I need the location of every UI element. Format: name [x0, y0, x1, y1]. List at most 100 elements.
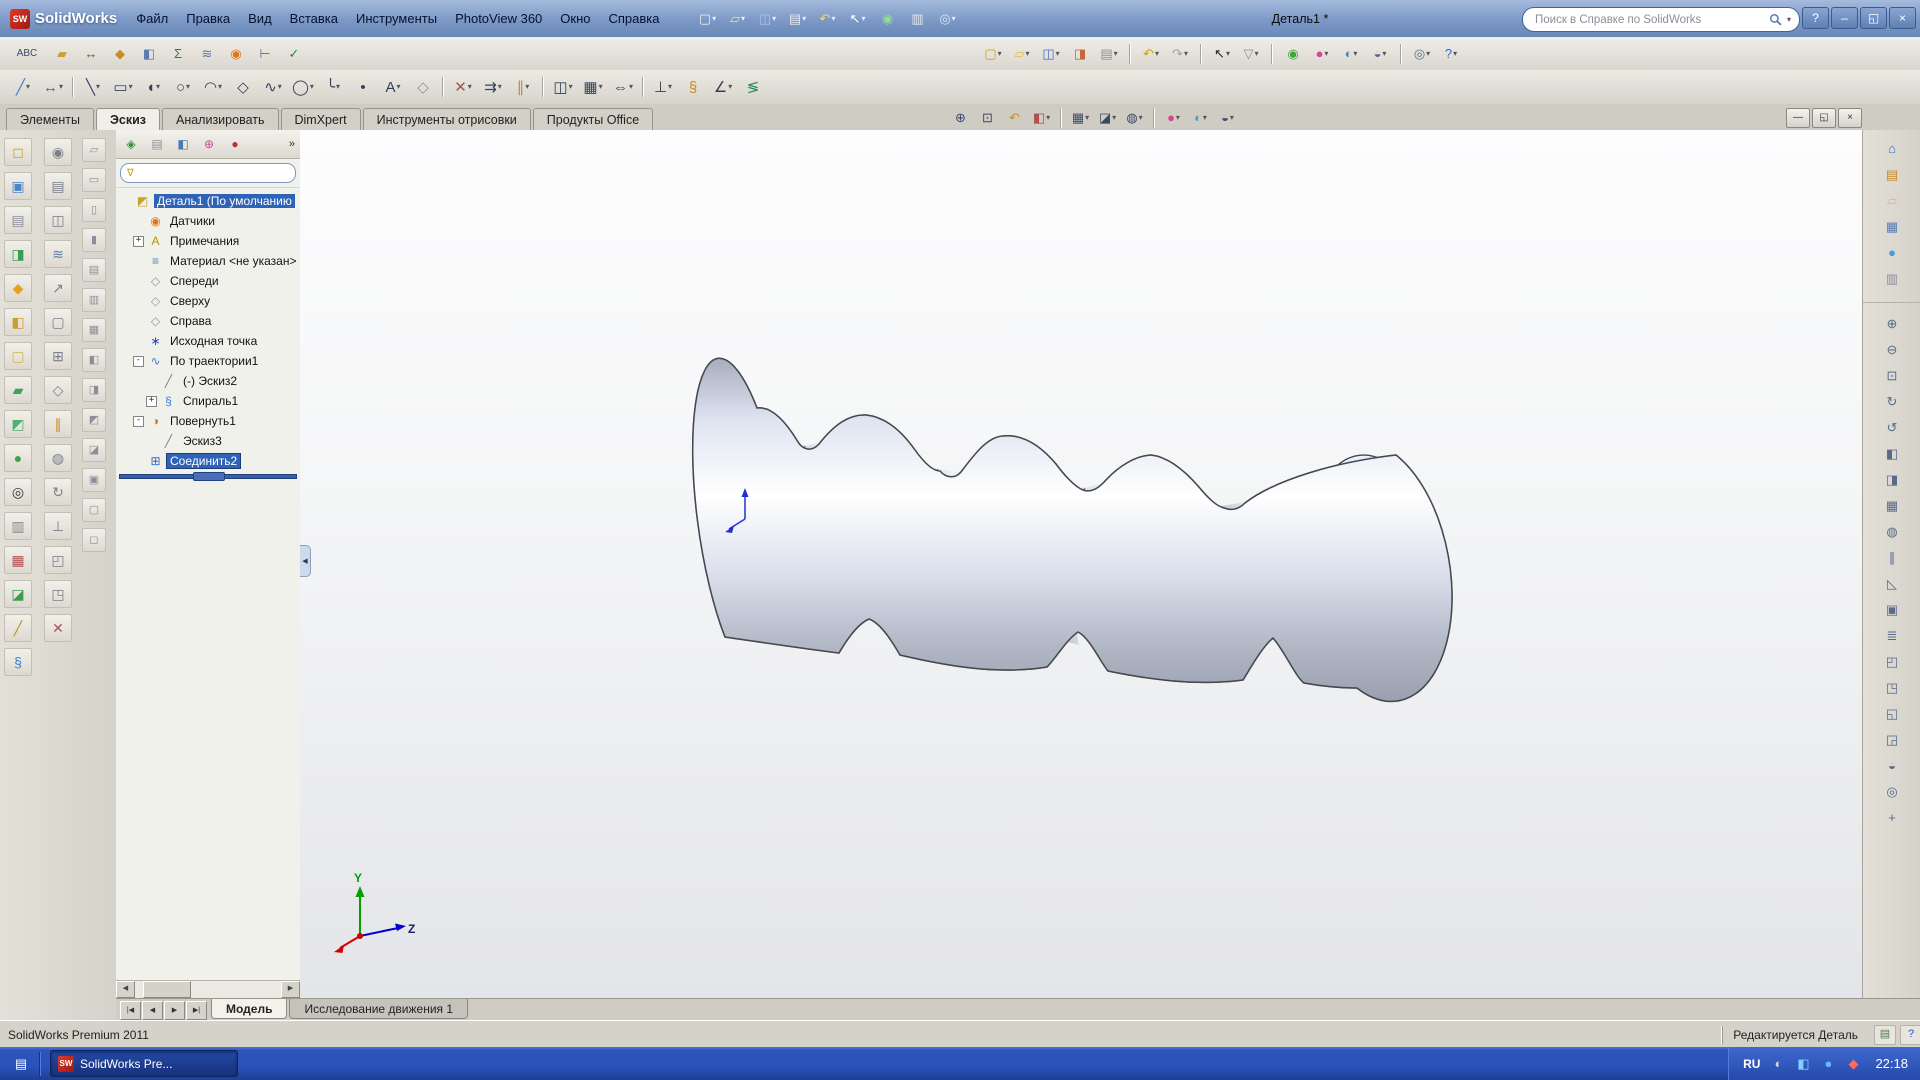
open-file-icon[interactable]: ▱▾	[1009, 41, 1035, 67]
tree-expander-icon[interactable]: +	[146, 396, 157, 407]
shaded-icon[interactable]: ◍	[1878, 519, 1906, 543]
view-palette-icon[interactable]: ▦	[1878, 214, 1906, 238]
shaded-view-icon[interactable]: ◍	[44, 444, 72, 472]
view-orientation-icon[interactable]: ▦▾	[1068, 106, 1093, 129]
quick-snaps-icon[interactable]: ∠▾	[708, 73, 738, 101]
graphics-viewport[interactable]: Y Z ◀	[300, 130, 1862, 998]
antivirus-tray-icon[interactable]: ◆	[1843, 1054, 1863, 1074]
empty-box-icon[interactable]: ▢	[82, 498, 106, 522]
plane-icon[interactable]: ◇	[408, 73, 438, 101]
display-manager-icon[interactable]: ●	[223, 133, 247, 155]
delete-tool-icon[interactable]: ✕	[44, 614, 72, 642]
target-point-icon[interactable]: ◎	[4, 478, 32, 506]
menu-вид[interactable]: Вид	[239, 6, 281, 31]
print-preview-icon[interactable]: ▤	[4, 206, 32, 234]
section-left-icon[interactable]: ◧	[1878, 441, 1906, 465]
tree-item-revolve-feature[interactable]: -◑Повернуть1	[116, 411, 300, 431]
save-file-icon[interactable]: ◫▾	[1038, 41, 1064, 67]
half-circle-icon[interactable]: ◒	[1878, 753, 1906, 777]
zoom-to-area-icon[interactable]: ⊡	[975, 106, 1000, 129]
dimxpert-manager-icon[interactable]: ⊕	[197, 133, 221, 155]
configuration-manager-icon[interactable]: ◧	[171, 133, 195, 155]
render-sphere-icon[interactable]: ●	[4, 444, 32, 472]
rebuild-small-icon[interactable]: ◉	[44, 138, 72, 166]
appearances-scenes-icon[interactable]: ●	[1878, 240, 1906, 264]
helix-tool-icon[interactable]: §	[4, 648, 32, 676]
triangle-tool-icon[interactable]: ◺	[1878, 571, 1906, 595]
restore-document-icon[interactable]: ◱	[1812, 108, 1836, 128]
corner-rectangle-icon[interactable]: ▭▾	[108, 73, 138, 101]
plus-view-icon[interactable]: +	[1878, 805, 1906, 829]
display-delete-relations-icon[interactable]: ⊥▾	[648, 73, 678, 101]
prev-tab-icon[interactable]: ◀	[142, 1001, 163, 1020]
draft-tool-icon[interactable]: ╱	[4, 614, 32, 642]
selection-filter-icon[interactable]: ▽▾	[1238, 41, 1264, 67]
polygon-icon[interactable]: ◇	[228, 73, 258, 101]
panel-splitter-handle[interactable]: ◀	[300, 545, 311, 577]
section-view-icon[interactable]: ◧▾	[1029, 106, 1054, 129]
tree-expander-icon[interactable]: -	[133, 416, 144, 427]
measure-icon[interactable]: ↔	[78, 41, 104, 67]
language-indicator[interactable]: RU	[1743, 1057, 1760, 1071]
search-icon[interactable]	[1769, 13, 1782, 26]
edit-appearance-hud-icon[interactable]: ●▾	[1161, 106, 1186, 129]
tree-item-combine-feature[interactable]: ⊞Соединить2	[116, 451, 300, 471]
close-document-icon[interactable]: ×	[1838, 108, 1862, 128]
image-quality-icon[interactable]: ◨	[4, 240, 32, 268]
spline-icon[interactable]: ∿▾	[258, 73, 288, 101]
print-document-icon[interactable]: ▤▾	[785, 6, 811, 32]
spell-check-icon[interactable]: ABC	[8, 41, 46, 67]
taskbar-app-button[interactable]: SW SolidWorks Pre...	[50, 1050, 238, 1077]
search-input[interactable]	[1533, 13, 1764, 27]
half-right-icon[interactable]: ◨	[82, 378, 106, 402]
solidworks-resources-icon[interactable]: ⌂	[1878, 136, 1906, 160]
menu-инструменты[interactable]: Инструменты	[347, 6, 446, 31]
command-tab-эскиз[interactable]: Эскиз	[96, 108, 160, 130]
undo-icon[interactable]: ↶▾	[815, 6, 841, 32]
undo-action-icon[interactable]: ↶▾	[1138, 41, 1164, 67]
tree-item-sensors-folder[interactable]: ◉Датчики	[116, 211, 300, 231]
wave-tool-icon[interactable]: ≋	[44, 240, 72, 268]
straight-slot-icon[interactable]: ◖▾	[138, 73, 168, 101]
layer-stack-icon[interactable]: ▥	[4, 512, 32, 540]
zoom-window-icon[interactable]: ⊡	[1878, 363, 1906, 387]
copy-settings-icon[interactable]: ▣	[4, 172, 32, 200]
tree-expander-icon[interactable]: -	[133, 356, 144, 367]
previous-view-icon[interactable]: ↶	[1002, 106, 1027, 129]
offset-entities-icon[interactable]: ∥▾	[508, 73, 538, 101]
line-icon[interactable]: ╲▾	[78, 73, 108, 101]
zoom-fit-side-icon[interactable]: ⊕	[1878, 311, 1906, 335]
next-tab-icon[interactable]: ▶	[164, 1001, 185, 1020]
tree-horizontal-scrollbar[interactable]: ◀ ▶	[116, 980, 300, 998]
custom-properties-icon[interactable]: ▥	[1878, 266, 1906, 290]
tree-item-origin[interactable]: ∗Исходная точка	[116, 331, 300, 351]
sketch-tool-icon[interactable]: ╱▾	[8, 73, 38, 101]
linear-sketch-pattern-icon[interactable]: ▦▾	[578, 73, 608, 101]
view-settings-icon[interactable]: ◒▾	[1367, 41, 1393, 67]
grid-snap-icon[interactable]: ▦	[4, 546, 32, 574]
wireframe-icon[interactable]: ▦	[1878, 493, 1906, 517]
command-tab-элементы[interactable]: Элементы	[6, 108, 94, 130]
section-properties-icon[interactable]: ◧	[136, 41, 162, 67]
redo-action-icon[interactable]: ↷▾	[1167, 41, 1193, 67]
move-entities-icon[interactable]: ⇔▾	[608, 73, 638, 101]
menu-файл[interactable]: Файл	[127, 6, 177, 31]
zoom-out-side-icon[interactable]: ⊖	[1878, 337, 1906, 361]
file-explorer-icon[interactable]: ▱	[1878, 188, 1906, 212]
arrow-tool-icon[interactable]: ↗	[44, 274, 72, 302]
screen-capture-icon[interactable]: ◻	[4, 138, 32, 166]
display-style-icon[interactable]: ◪▾	[1095, 106, 1120, 129]
parallel-icon[interactable]: ∥	[1878, 545, 1906, 569]
menu-photoview-360[interactable]: PhotoView 360	[446, 6, 551, 31]
search-dropdown-icon[interactable]: ▾	[1787, 15, 1791, 24]
paint-brush-icon[interactable]: ▰	[4, 376, 32, 404]
save-document-icon[interactable]: ◫▾	[755, 6, 781, 32]
rebuild-icon[interactable]: ◉	[875, 6, 901, 32]
options-icon[interactable]: ◎▾	[1409, 41, 1435, 67]
fill-bucket-icon[interactable]: ◩	[4, 410, 32, 438]
corner-3-icon[interactable]: ◱	[1878, 701, 1906, 725]
trim-entities-icon[interactable]: ✕▾	[448, 73, 478, 101]
corner-4-icon[interactable]: ◲	[1878, 727, 1906, 751]
material-cube-icon[interactable]: ◧	[4, 308, 32, 336]
first-tab-icon[interactable]: |◀	[120, 1001, 141, 1020]
